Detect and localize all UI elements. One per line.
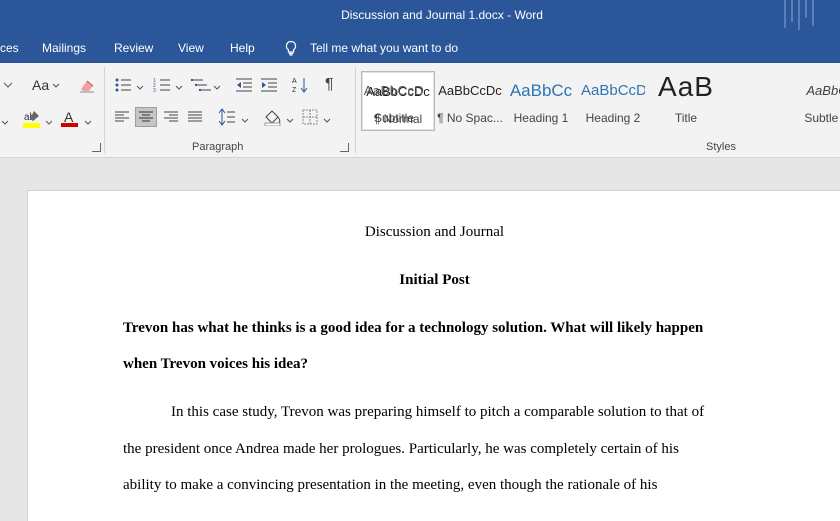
- show-formatting-marks-icon[interactable]: ¶: [325, 76, 334, 94]
- styles-gallery: AaBbCcDc ¶ Normal AaBbCcDc ¶ No Spac... …: [361, 69, 840, 131]
- justify-icon[interactable]: [187, 110, 203, 129]
- lightbulb-icon[interactable]: [284, 40, 298, 59]
- decorative-pattern: [784, 0, 818, 30]
- align-center-button[interactable]: [135, 107, 157, 127]
- borders-icon[interactable]: [302, 109, 318, 130]
- svg-text:Z: Z: [292, 87, 297, 94]
- chevron-down-icon[interactable]: [44, 115, 54, 133]
- window-title: Discussion and Journal 1.docx - Word: [341, 8, 543, 22]
- style-subtitle[interactable]: AaBbCcD Subtitle: [361, 71, 427, 129]
- chevron-down-icon[interactable]: [212, 80, 222, 98]
- font-color-icon[interactable]: A: [60, 109, 80, 134]
- tab-view[interactable]: View: [178, 41, 204, 55]
- chevron-down-icon[interactable]: [174, 80, 184, 98]
- tab-review[interactable]: Review: [114, 41, 153, 55]
- ribbon: Aa ab A 123 AZ ¶ Paragraph AaBbCcDc ¶ No…: [0, 63, 840, 158]
- chevron-down-icon[interactable]: [285, 113, 295, 131]
- decrease-indent-icon[interactable]: [235, 77, 253, 98]
- svg-text:A: A: [292, 78, 297, 85]
- style-title[interactable]: AaB Title: [653, 71, 719, 129]
- tab-mailings[interactable]: Mailings: [42, 41, 86, 55]
- style-no-spacing[interactable]: AaBbCcDc ¶ No Spac...: [435, 71, 505, 129]
- numbering-icon[interactable]: 123: [153, 77, 171, 98]
- chevron-down-icon[interactable]: [0, 115, 10, 133]
- question-line-2: when Trevon voices his idea?: [123, 356, 309, 372]
- chevron-down-icon[interactable]: [322, 113, 332, 131]
- document-canvas[interactable]: Discussion and Journal Initial Post Trev…: [0, 158, 840, 521]
- svg-text:3: 3: [153, 88, 156, 93]
- style-heading-1[interactable]: AaBbCc Heading 1: [509, 71, 573, 129]
- chevron-down-icon[interactable]: [83, 115, 93, 133]
- align-left-icon[interactable]: [114, 110, 130, 129]
- clear-formatting-icon[interactable]: [78, 77, 96, 98]
- tell-me-search[interactable]: Tell me what you want to do: [310, 41, 458, 55]
- style-heading-2[interactable]: AaBbCcD Heading 2: [581, 71, 645, 129]
- increase-indent-icon[interactable]: [260, 77, 278, 98]
- highlight-color-icon[interactable]: ab: [22, 109, 42, 134]
- body-line-1: In this case study, Trevon was preparing…: [171, 404, 705, 420]
- ribbon-tabs: ces Mailings Review View Help Tell me wh…: [0, 33, 840, 63]
- multilevel-list-icon[interactable]: [191, 77, 211, 98]
- tab-help[interactable]: Help: [230, 41, 255, 55]
- document-page[interactable]: Discussion and Journal Initial Post Trev…: [27, 190, 840, 521]
- group-separator: [355, 67, 356, 153]
- chevron-down-icon[interactable]: [135, 80, 145, 98]
- chevron-down-icon[interactable]: [240, 113, 250, 131]
- font-dialog-launcher[interactable]: [92, 143, 101, 152]
- group-separator: [104, 67, 105, 153]
- question-line-1: Trevon has what he thinks is a good idea…: [123, 320, 704, 336]
- line-spacing-icon[interactable]: [218, 108, 236, 131]
- bullets-icon[interactable]: [114, 77, 132, 98]
- paragraph-group-label: Paragraph: [192, 141, 244, 153]
- paragraph-dialog-launcher[interactable]: [340, 143, 349, 152]
- sort-icon[interactable]: AZ: [292, 76, 308, 99]
- style-subtle-emphasis[interactable]: AaBbC Subtle E: [797, 71, 840, 129]
- tab-references[interactable]: ces: [0, 41, 19, 55]
- body-line-3: ability to make a convincing presentatio…: [123, 477, 658, 493]
- document-title: Discussion and Journal: [364, 224, 505, 240]
- document-heading: Initial Post: [399, 272, 470, 288]
- body-line-2: the president once Andrea made her prolo…: [123, 441, 679, 457]
- title-bar: Discussion and Journal 1.docx - Word: [0, 0, 840, 33]
- align-right-icon[interactable]: [163, 110, 179, 129]
- font-size-dropdown-icon[interactable]: [0, 77, 14, 96]
- change-case-button[interactable]: Aa: [32, 77, 49, 93]
- svg-text:A: A: [64, 109, 74, 125]
- shading-icon[interactable]: [263, 108, 283, 131]
- chevron-down-icon[interactable]: [51, 78, 61, 96]
- styles-group-label: Styles: [706, 141, 736, 153]
